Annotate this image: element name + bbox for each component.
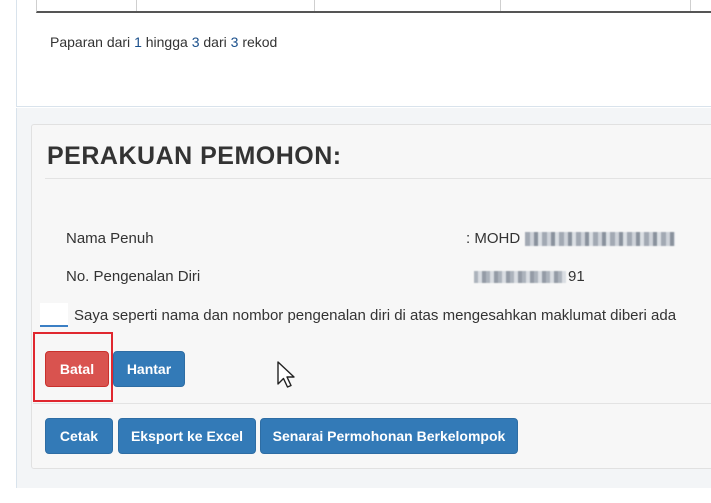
redacted-name (525, 231, 676, 246)
full-name-label: Nama Penuh (66, 230, 154, 247)
print-button[interactable]: Cetak (45, 418, 113, 454)
export-excel-button[interactable]: Eksport ke Excel (118, 418, 256, 454)
full-name-text: : MOHD (466, 230, 521, 247)
id-number-text: 91 (568, 268, 585, 285)
table-info-from: 1 (134, 34, 142, 50)
table-cell (37, 0, 137, 11)
table-cell (137, 0, 315, 11)
cancel-button[interactable]: Batal (45, 351, 109, 387)
full-name-value: : MOHD (466, 230, 676, 247)
table-cell (315, 0, 501, 11)
id-number-value: 91 (474, 268, 585, 285)
group-applications-button[interactable]: Senarai Permohonan Berkelompok (260, 418, 518, 454)
declaration-checkbox[interactable] (40, 303, 68, 327)
results-table-bottom (36, 0, 711, 13)
table-info-to: 3 (191, 34, 200, 50)
table-info-total: 3 (230, 34, 239, 50)
submit-button[interactable]: Hantar (113, 351, 185, 387)
mouse-cursor-icon (276, 360, 296, 395)
table-info-prefix: Paparan dari (50, 34, 131, 50)
table-info-to-word: hingga (145, 34, 188, 50)
results-panel (16, 0, 711, 107)
table-info: Paparan dari 1 hingga 3 dari 3 rekod (50, 34, 277, 50)
declaration-text: Saya seperti nama dan nombor pengenalan … (74, 307, 677, 324)
table-info-of-word: dari (203, 34, 227, 50)
page-title: PERAKUAN PEMOHON: (47, 142, 342, 170)
divider (33, 403, 711, 404)
table-cell (501, 0, 691, 11)
table-info-suffix: rekod (242, 34, 278, 50)
divider (45, 178, 711, 179)
id-number-label: No. Pengenalan Diri (66, 268, 201, 285)
redacted-id (474, 270, 566, 283)
